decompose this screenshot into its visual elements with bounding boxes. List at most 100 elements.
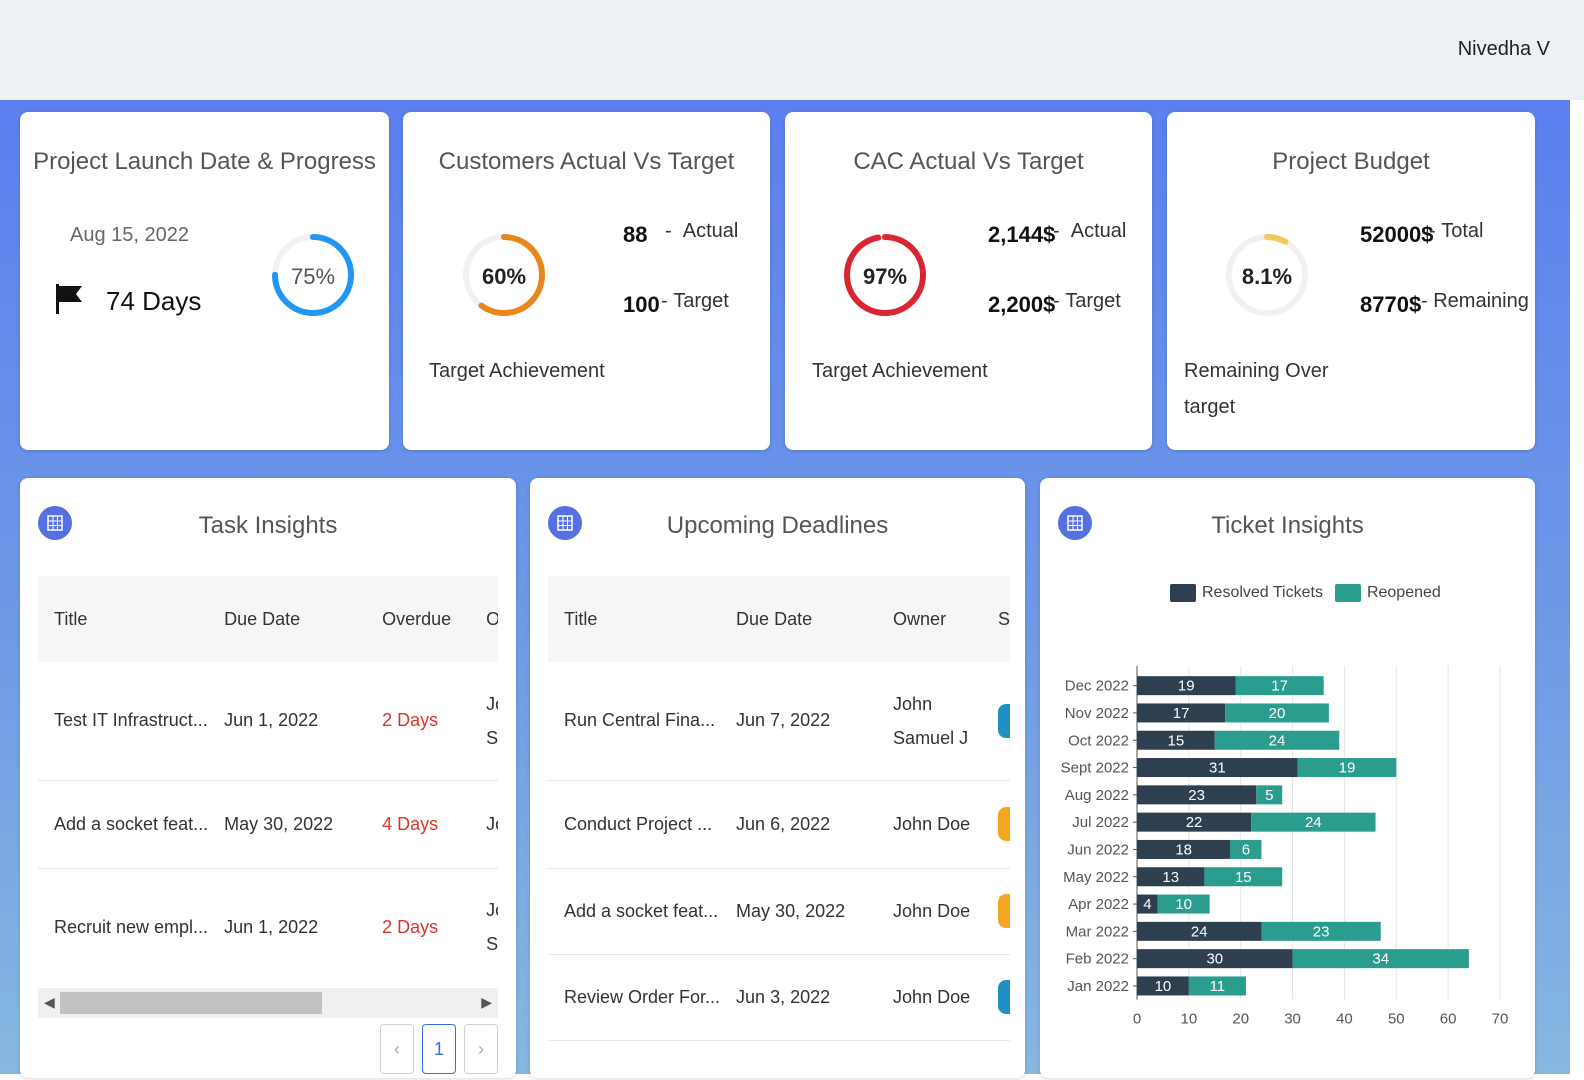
card-title: Project Launch Date & Progress	[33, 148, 376, 175]
deadline-due-date: Jun 6, 2022	[720, 780, 878, 869]
scroll-thumb[interactable]	[60, 992, 322, 1014]
launch-progress-card: Project Launch Date & Progress Aug 15, 2…	[20, 112, 389, 450]
task-overdue: 2 Days	[366, 662, 471, 781]
page-1-button[interactable]: 1	[422, 1024, 456, 1074]
ticket-bar-chart: 0 10 20 30 40 50 60 70 Dec 2022 19 17 Nov 2022 17 20 O…	[1061, 666, 1508, 1028]
cac-card: CAC Actual Vs Target 97% 2,144$ - Actual…	[785, 112, 1152, 450]
target-achievement-caption: Target Achievement	[429, 360, 605, 382]
horizontal-scrollbar[interactable]: ◀ ▶	[38, 988, 498, 1018]
x-tick-label: 10	[1181, 1011, 1198, 1028]
flag-icon	[54, 282, 84, 316]
table-row[interactable]: Review Order For... Jun 3, 2022 John Doe…	[548, 954, 1010, 1041]
task-insights-panel: Task Insights Title Due Date Overdue Ow …	[20, 478, 516, 1078]
table-row[interactable]: Test IT Infrastruct... Jun 1, 2022 2 Day…	[38, 662, 498, 781]
task-table: Title Due Date Overdue Ow Test IT Infras…	[38, 576, 498, 986]
deadline-title: Run Central Fina...	[548, 662, 721, 781]
y-tick-label: Jun 2022	[1067, 841, 1129, 858]
scroll-left-icon[interactable]: ◀	[44, 994, 55, 1011]
bar-data-label: 23	[1188, 787, 1205, 804]
bar-data-label: 22	[1186, 814, 1203, 831]
column-header-due-date[interactable]: Due Date	[720, 576, 878, 662]
actual-value: 88	[623, 222, 648, 247]
task-due-date: Jun 1, 2022	[208, 868, 367, 986]
bar-data-label: 5	[1265, 787, 1273, 804]
bar-data-label: 34	[1372, 951, 1389, 968]
bar-data-label: 6	[1242, 841, 1250, 858]
deadline-table-wrapper: Title Due Date Owner Stat Run Central Fi…	[548, 576, 1010, 1046]
y-tick-label: Nov 2022	[1065, 705, 1129, 722]
bar-data-label: 10	[1175, 896, 1192, 913]
x-tick-label: 20	[1232, 1011, 1249, 1028]
bar-data-label: 11	[1210, 978, 1226, 995]
column-header-title[interactable]: Title	[38, 576, 209, 662]
target-achievement-caption: Target Achievement	[812, 360, 988, 382]
progress-label: 75%	[290, 264, 336, 289]
y-tick-label: Jan 2022	[1067, 978, 1129, 995]
bar-data-label: 23	[1313, 923, 1330, 940]
column-header-due-date[interactable]: Due Date	[208, 576, 367, 662]
y-tick-label: Dec 2022	[1065, 678, 1129, 695]
deadline-title: Add a socket feat...	[548, 868, 721, 955]
top-bar: Nivedha V	[0, 0, 1584, 100]
next-page-button[interactable]: ›	[464, 1024, 498, 1074]
deadline-title: Review Order For...	[548, 954, 721, 1041]
table-row[interactable]: Add a socket feat... May 30, 2022 John D…	[548, 868, 1010, 955]
task-title: Test IT Infrastruct...	[38, 662, 209, 781]
table-row[interactable]: Run Central Fina... Jun 7, 2022 John Samu…	[548, 662, 1010, 781]
bar-data-label: 19	[1339, 760, 1356, 777]
panel-title: Task Insights	[198, 512, 338, 539]
bar-data-label: 13	[1162, 869, 1179, 886]
x-tick-label: 0	[1133, 1011, 1141, 1028]
deadline-title: Conduct Project ...	[548, 780, 721, 869]
card-title: Customers Actual Vs Target	[438, 148, 735, 175]
bar-data-label: 31	[1209, 760, 1226, 777]
panel-title: Upcoming Deadlines	[666, 512, 889, 539]
legend-label-resolved[interactable]: Resolved Tickets	[1202, 584, 1323, 602]
bar-data-label: 18	[1175, 841, 1192, 858]
legend-swatch-reopened[interactable]	[1334, 584, 1361, 602]
status-badge: A	[998, 807, 1010, 841]
task-title: Recruit new empl...	[38, 868, 209, 986]
column-header-status[interactable]: Stat	[982, 576, 1010, 662]
upcoming-deadlines-panel: Upcoming Deadlines Title Due Date Owner …	[530, 478, 1025, 1078]
actual-label: - Actual	[665, 220, 739, 242]
table-row[interactable]: Conduct Project ... Jun 6, 2022 John Doe…	[548, 780, 1010, 869]
user-name[interactable]: Nivedha V	[1458, 38, 1550, 61]
y-tick-label: Sept 2022	[1061, 760, 1129, 777]
legend-swatch-resolved[interactable]	[1170, 584, 1196, 602]
column-header-title[interactable]: Title	[548, 576, 721, 662]
column-header-overdue[interactable]: Overdue	[366, 576, 471, 662]
bar-data-label: 17	[1173, 705, 1190, 722]
launch-date: Aug 15, 2022	[70, 224, 189, 246]
y-tick-label: Jul 2022	[1072, 814, 1129, 831]
column-header-owner[interactable]: Ow	[470, 576, 498, 662]
x-tick-label: 50	[1388, 1011, 1405, 1028]
bar-data-label: 24	[1191, 923, 1208, 940]
task-overdue: 4 Days	[366, 780, 471, 869]
deadline-due-date: Jun 3, 2022	[720, 954, 878, 1041]
bar-data-label: 4	[1143, 896, 1151, 913]
legend-label-reopened[interactable]: Reopened	[1367, 584, 1441, 602]
customers-card: Customers Actual Vs Target 60% 88 - Actu…	[403, 112, 770, 450]
status-badge: I	[998, 703, 1010, 738]
task-table-wrapper: Title Due Date Overdue Ow Test IT Infras…	[38, 576, 498, 986]
customers-percent: 60%	[481, 264, 527, 289]
deadline-owner: John Doe	[877, 954, 983, 1041]
remaining-value: 8770$	[1360, 292, 1422, 317]
table-row[interactable]: Add a socket feat... May 30, 2022 4 Days…	[38, 780, 498, 869]
target-value: 100	[623, 292, 660, 317]
bar-data-label: 15	[1168, 732, 1185, 749]
scroll-right-icon[interactable]: ▶	[481, 994, 492, 1011]
deadline-owner: John Doe	[877, 868, 983, 955]
actual-value: 2,144$	[988, 222, 1056, 247]
task-owner: Joh	[470, 780, 498, 869]
y-tick-label: May 2022	[1063, 869, 1129, 886]
task-owner: JohSan	[470, 868, 498, 986]
deadline-owner: John Doe	[877, 780, 983, 869]
prev-page-button[interactable]: ‹	[380, 1024, 414, 1074]
x-tick-label: 60	[1440, 1011, 1457, 1028]
card-title: CAC Actual Vs Target	[853, 148, 1084, 175]
bar-data-label: 15	[1235, 869, 1252, 886]
table-row[interactable]: Recruit new empl... Jun 1, 2022 2 Days J…	[38, 868, 498, 986]
column-header-owner[interactable]: Owner	[877, 576, 983, 662]
